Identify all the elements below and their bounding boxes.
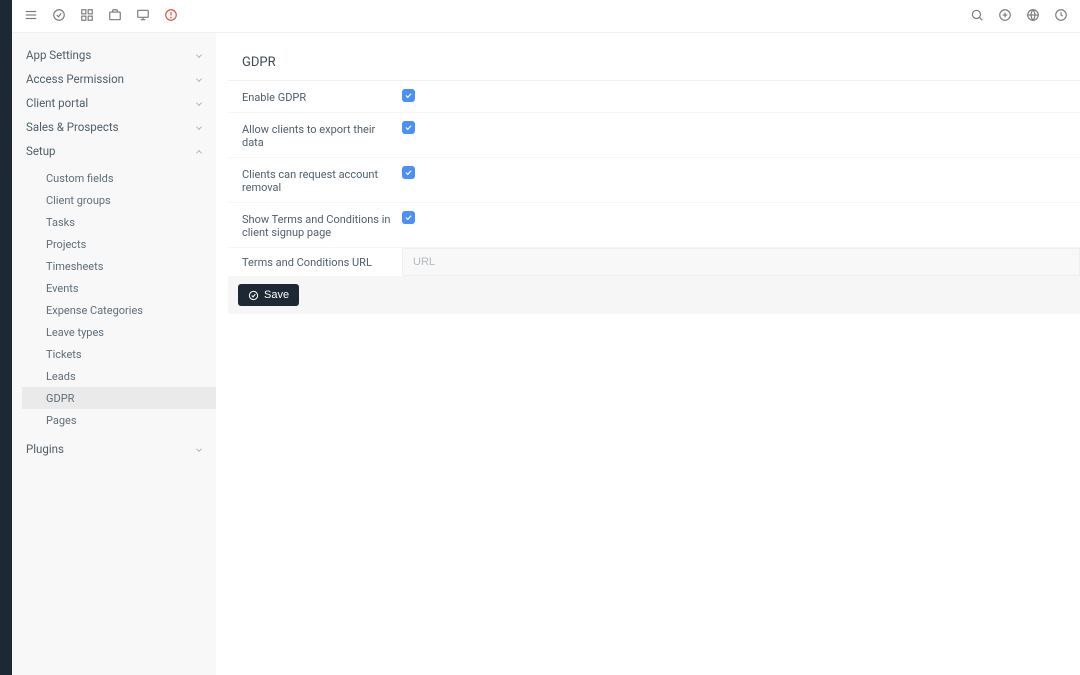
label-export-data: Allow clients to export their data — [242, 121, 402, 149]
chevron-down-icon — [194, 74, 204, 84]
sidebar-item-setup[interactable]: Setup — [12, 139, 216, 163]
sidebar-item-label: Setup — [26, 144, 56, 158]
save-button[interactable]: Save — [238, 284, 299, 306]
checkbox-export-data[interactable] — [402, 121, 415, 134]
sub-item-leads[interactable]: Leads — [22, 365, 216, 387]
search-icon[interactable] — [970, 8, 984, 25]
page-title: GDPR — [228, 45, 1080, 81]
row-terms-url: Terms and Conditions URL — [228, 248, 1080, 276]
sidebar-item-sales-prospects[interactable]: Sales & Prospects — [12, 115, 216, 139]
card-footer: Save — [228, 276, 1080, 314]
row-export-data: Allow clients to export their data — [228, 113, 1080, 158]
alert-icon[interactable] — [164, 8, 178, 25]
sub-item-gdpr[interactable]: GDPR — [22, 387, 216, 409]
sidebar-item-label: App Settings — [26, 48, 91, 62]
sidebar-item-plugins[interactable]: Plugins — [12, 437, 216, 461]
sidebar-item-access-permission[interactable]: Access Permission — [12, 67, 216, 91]
sub-item-client-groups[interactable]: Client groups — [22, 189, 216, 211]
row-account-removal: Clients can request account removal — [228, 158, 1080, 203]
label-terms-url: Terms and Conditions URL — [242, 256, 402, 269]
checkbox-account-removal[interactable] — [402, 166, 415, 179]
sub-item-tasks[interactable]: Tasks — [22, 211, 216, 233]
checkbox-enable-gdpr[interactable] — [402, 89, 415, 102]
row-enable-gdpr: Enable GDPR — [228, 81, 1080, 113]
sub-item-pages[interactable]: Pages — [22, 409, 216, 431]
chevron-down-icon — [194, 444, 204, 454]
setup-submenu: Custom fields Client groups Tasks Projec… — [22, 167, 216, 431]
sidebar-item-label: Sales & Prospects — [26, 120, 119, 134]
left-rail — [0, 0, 12, 675]
sub-item-expense-categories[interactable]: Expense Categories — [22, 299, 216, 321]
clock-icon[interactable] — [1054, 8, 1068, 25]
sub-item-events[interactable]: Events — [22, 277, 216, 299]
settings-sidebar: App Settings Access Permission Client po… — [12, 33, 216, 675]
topbar — [12, 0, 1080, 33]
grid-icon[interactable] — [80, 8, 94, 25]
chevron-down-icon — [194, 122, 204, 132]
sidebar-item-label: Client portal — [26, 96, 88, 110]
check-circle-icon[interactable] — [52, 8, 66, 25]
label-terms-signup: Show Terms and Conditions in client sign… — [242, 211, 402, 239]
chevron-up-icon — [194, 146, 204, 156]
plus-circle-icon[interactable] — [998, 8, 1012, 25]
checkbox-terms-signup[interactable] — [402, 211, 415, 224]
menu-icon[interactable] — [24, 8, 38, 25]
sub-item-tickets[interactable]: Tickets — [22, 343, 216, 365]
chevron-down-icon — [194, 50, 204, 60]
sidebar-item-client-portal[interactable]: Client portal — [12, 91, 216, 115]
chevron-down-icon — [194, 98, 204, 108]
input-terms-url[interactable] — [402, 248, 1080, 276]
sub-item-leave-types[interactable]: Leave types — [22, 321, 216, 343]
sidebar-item-label: Plugins — [26, 442, 64, 456]
label-account-removal: Clients can request account removal — [242, 166, 402, 194]
check-circle-icon — [248, 290, 259, 301]
main-panel: GDPR Enable GDPR Allow clients to export… — [216, 33, 1080, 675]
sub-item-projects[interactable]: Projects — [22, 233, 216, 255]
sidebar-item-label: Access Permission — [26, 72, 124, 86]
sidebar-item-app-settings[interactable]: App Settings — [12, 43, 216, 67]
label-enable-gdpr: Enable GDPR — [242, 89, 402, 104]
briefcase-icon[interactable] — [108, 8, 122, 25]
gdpr-card: GDPR Enable GDPR Allow clients to export… — [228, 45, 1080, 314]
sub-item-timesheets[interactable]: Timesheets — [22, 255, 216, 277]
monitor-icon[interactable] — [136, 8, 150, 25]
globe-icon[interactable] — [1026, 8, 1040, 25]
sub-item-custom-fields[interactable]: Custom fields — [22, 167, 216, 189]
save-button-label: Save — [264, 289, 289, 301]
row-terms-signup: Show Terms and Conditions in client sign… — [228, 203, 1080, 248]
